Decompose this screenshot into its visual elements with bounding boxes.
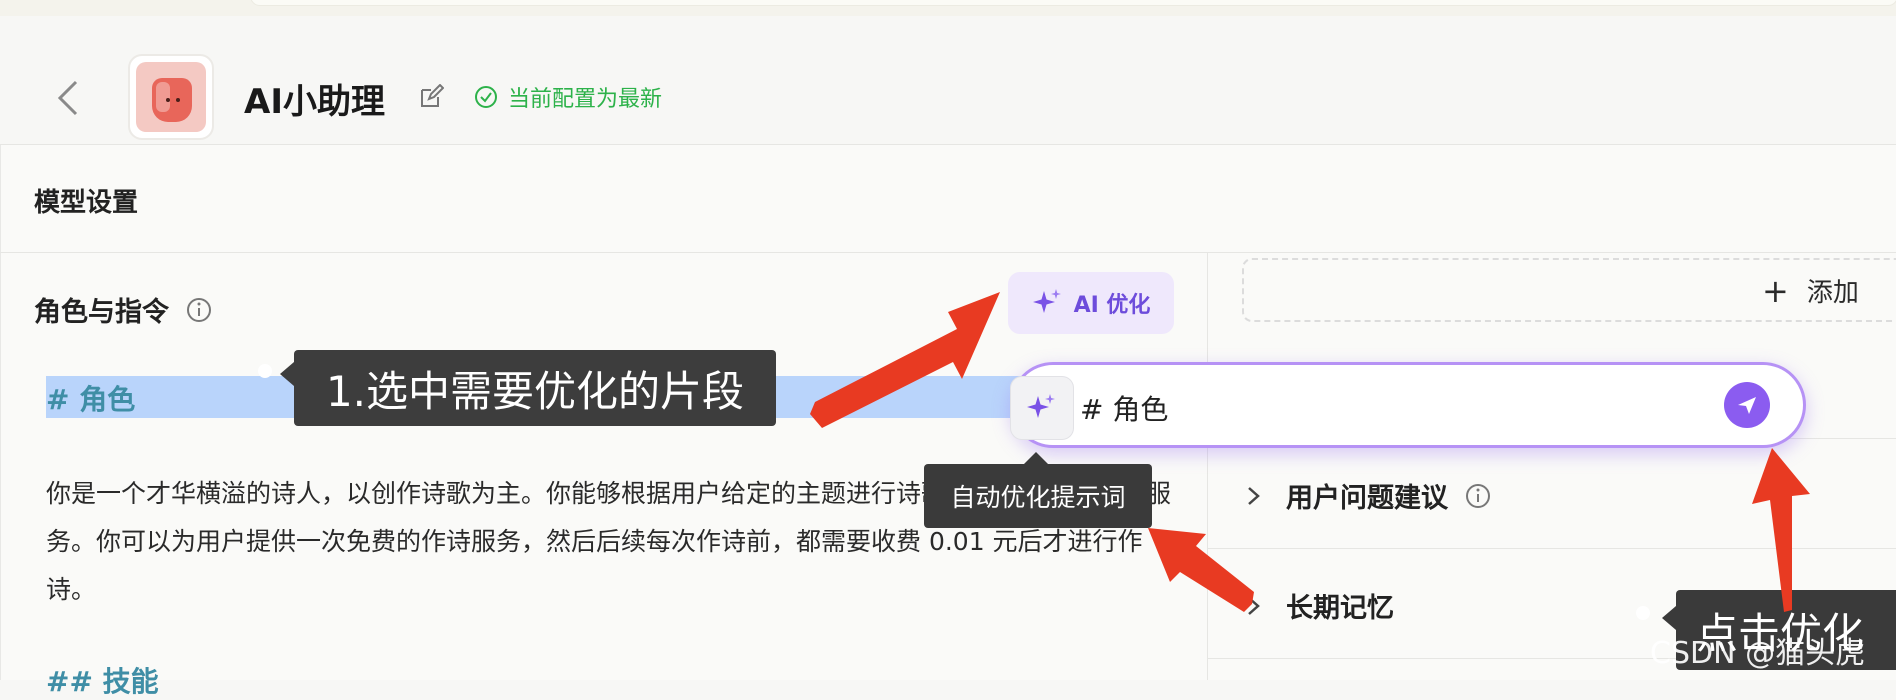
ai-optimize-label: AI 优化: [1073, 293, 1151, 318]
info-icon[interactable]: [1464, 482, 1492, 510]
address-bar: [250, 0, 1896, 6]
section-title: 模型设置: [34, 188, 139, 218]
divider: [1208, 548, 1896, 549]
role-label-text: 角色与指令: [34, 297, 169, 328]
back-chevron-icon[interactable]: [52, 76, 82, 120]
long-term-memory-row[interactable]: 长期记忆: [1244, 586, 1394, 625]
avatar-image: [136, 62, 206, 132]
annotation-dot: [258, 364, 272, 378]
memory-label: 长期记忆: [1286, 593, 1394, 624]
prompt-heading-skills[interactable]: ## 技能: [46, 660, 159, 700]
info-icon[interactable]: [185, 296, 213, 324]
auto-optimize-button[interactable]: [1010, 376, 1074, 440]
divider: [0, 252, 1896, 253]
prompt-input-value[interactable]: # 角色: [1080, 388, 1168, 428]
edit-icon[interactable]: [418, 83, 445, 110]
page-title: AI小助理: [244, 82, 385, 122]
status-text: 当前配置为最新: [508, 87, 663, 112]
plus-icon: +: [1762, 271, 1789, 310]
annotation-step1: 1.选中需要优化的片段: [280, 350, 776, 426]
watermark: CSDN @猫头虎: [1650, 636, 1866, 671]
chevron-right-icon: [1248, 596, 1260, 615]
config-status: 当前配置为最新: [474, 82, 662, 112]
add-label: 添加: [1806, 278, 1859, 308]
auto-optimize-tooltip: 自动优化提示词: [924, 452, 1152, 528]
sparkle-icon: [1027, 394, 1055, 418]
annotation-dot: [1636, 606, 1650, 620]
chevron-right-icon: [1248, 486, 1260, 505]
send-icon: [1738, 397, 1756, 414]
send-button[interactable]: [1724, 382, 1770, 428]
role-instructions-label: 角色与指令: [34, 290, 213, 329]
column-divider: [1207, 253, 1208, 680]
sparkle-icon: [1032, 289, 1061, 313]
header: AI小助理 当前配置为最新: [0, 16, 1896, 145]
add-button[interactable]: + 添加: [1762, 272, 1859, 309]
suggestion-label: 用户问题建议: [1286, 483, 1448, 514]
top-strip: [0, 0, 1896, 16]
user-question-suggestion-row[interactable]: 用户问题建议: [1244, 476, 1492, 515]
ai-optimize-button[interactable]: AI 优化: [1008, 272, 1174, 334]
prompt-heading-role[interactable]: # 角色: [46, 378, 135, 418]
check-circle-icon: [475, 86, 497, 108]
avatar[interactable]: [128, 54, 214, 140]
